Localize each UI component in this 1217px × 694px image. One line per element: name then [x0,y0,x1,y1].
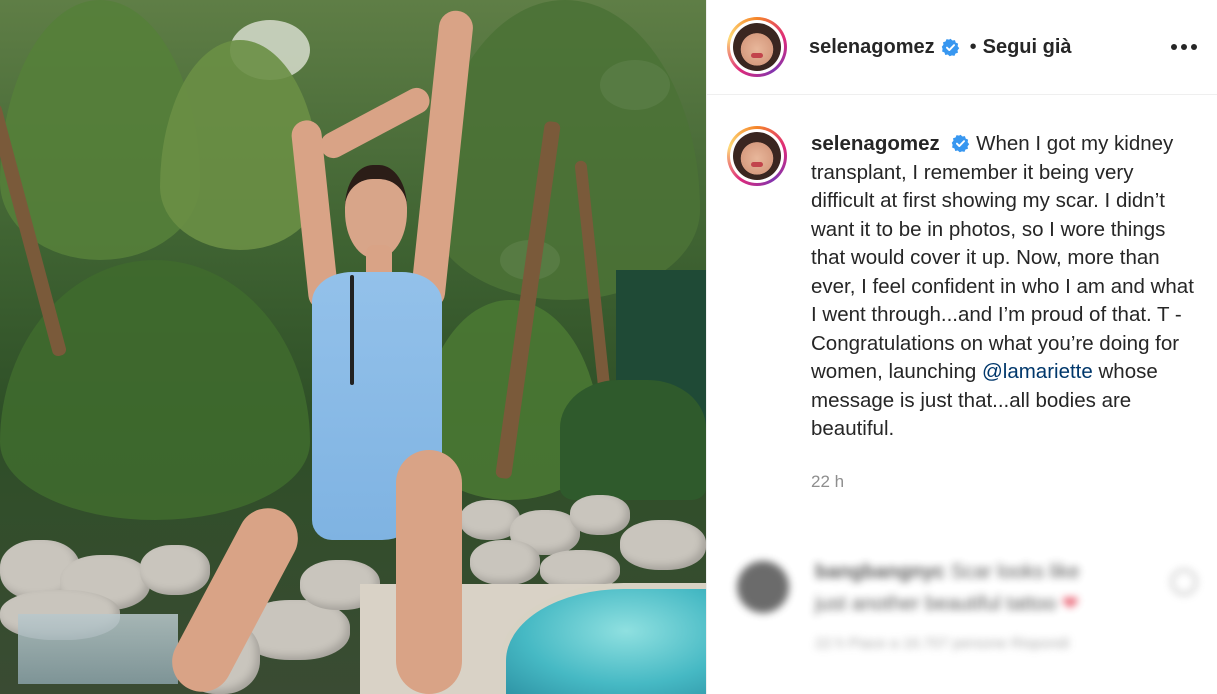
comment-meta: 22 h Piace a 16.707 persone Rispondi [815,635,1070,652]
waterfall [18,614,178,684]
caption-avatar[interactable] [727,126,787,186]
dot [1181,44,1187,50]
rock [570,495,630,535]
caption-body: When I got my kidney transplant, I remem… [811,132,1194,383]
comment-username[interactable]: bangbangnyc [815,561,945,583]
avatar-inner [730,20,784,74]
post-header: selenagomez • Segui già [707,0,1217,95]
following-button[interactable]: Segui già [983,36,1072,59]
comment-text1: Scar looks like [950,561,1080,583]
comment-line2: just another beautiful tattoo ❤ [815,591,1079,616]
mention-link[interactable]: @lamariette [982,360,1093,383]
post-side-panel: selenagomez • Segui già selenagomez When… [706,0,1217,694]
comment-text2: just another beautiful tattoo [815,593,1057,615]
comment-line1: bangbangnyc Scar looks like [815,561,1080,584]
avatar-inner [730,129,784,183]
caption-username[interactable]: selenagomez [811,132,940,155]
forearm [315,83,435,163]
more-options-icon[interactable] [1171,38,1197,56]
heart-emoji: ❤ [1061,593,1079,615]
blurred-comment: bangbangnyc Scar looks like just another… [737,555,1197,685]
rock [470,540,540,585]
separator-dot: • [969,35,977,58]
avatar-image [733,23,781,71]
instagram-post-window: selenagomez • Segui già selenagomez When… [0,0,1217,694]
swimsuit-zipper [350,275,354,385]
comment-avatar[interactable] [737,561,789,613]
rock [140,545,210,595]
post-caption: selenagomez When I got my kidney transpl… [707,95,1217,444]
dot [1191,44,1197,50]
dot [1171,44,1177,50]
post-photo[interactable] [0,0,706,694]
header-username[interactable]: selenagomez [809,36,935,59]
avatar[interactable] [727,17,787,77]
post-timestamp[interactable]: 22 h [811,472,1217,492]
hedge [560,380,706,500]
caption-text: selenagomez When I got my kidney transpl… [811,130,1197,444]
verified-badge-icon [951,134,970,153]
right-leg [396,450,462,694]
verified-badge-icon [941,38,960,57]
avatar-image [733,132,781,180]
like-heart-icon[interactable] [1171,569,1197,595]
rock [620,520,706,570]
